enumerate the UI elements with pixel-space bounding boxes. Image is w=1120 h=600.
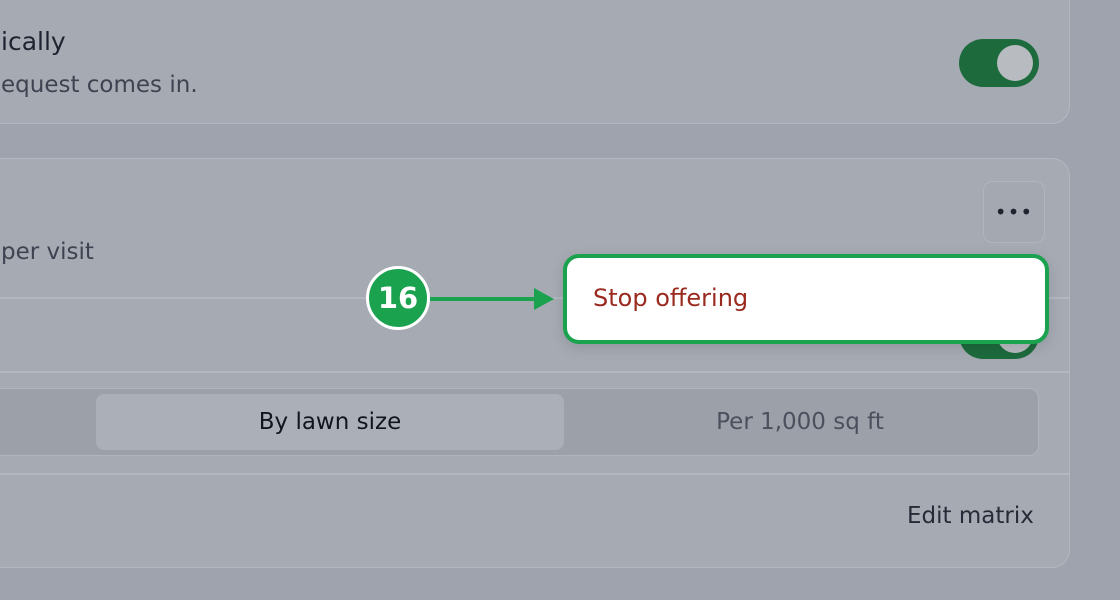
service-price-text: per visit <box>1 239 94 265</box>
edit-matrix-link[interactable]: Edit matrix <box>907 503 1034 529</box>
service-card: per visit ••• By lawn size Per 1,000 sq … <box>0 158 1070 568</box>
divider <box>0 473 1069 475</box>
auto-setting-card: ically equest comes in. <box>0 0 1070 124</box>
setting-title: ically <box>1 27 66 56</box>
more-options-button[interactable]: ••• <box>983 181 1045 243</box>
setting-description: equest comes in. <box>1 72 198 98</box>
segment-by-lawn-size[interactable]: By lawn size <box>96 394 564 450</box>
toggle-knob <box>997 45 1033 81</box>
segment-per-1000-sq-ft[interactable]: Per 1,000 sq ft <box>566 394 1034 450</box>
stop-offering-menu-item[interactable]: Stop offering <box>593 284 748 312</box>
pricing-mode-segmented-control: By lawn size Per 1,000 sq ft <box>0 388 1039 456</box>
annotation-arrow-icon <box>430 288 554 310</box>
auto-setting-toggle[interactable] <box>959 39 1039 87</box>
divider <box>0 371 1069 373</box>
step-number-badge: 16 <box>366 266 430 330</box>
options-menu-popup: Stop offering <box>563 254 1049 344</box>
